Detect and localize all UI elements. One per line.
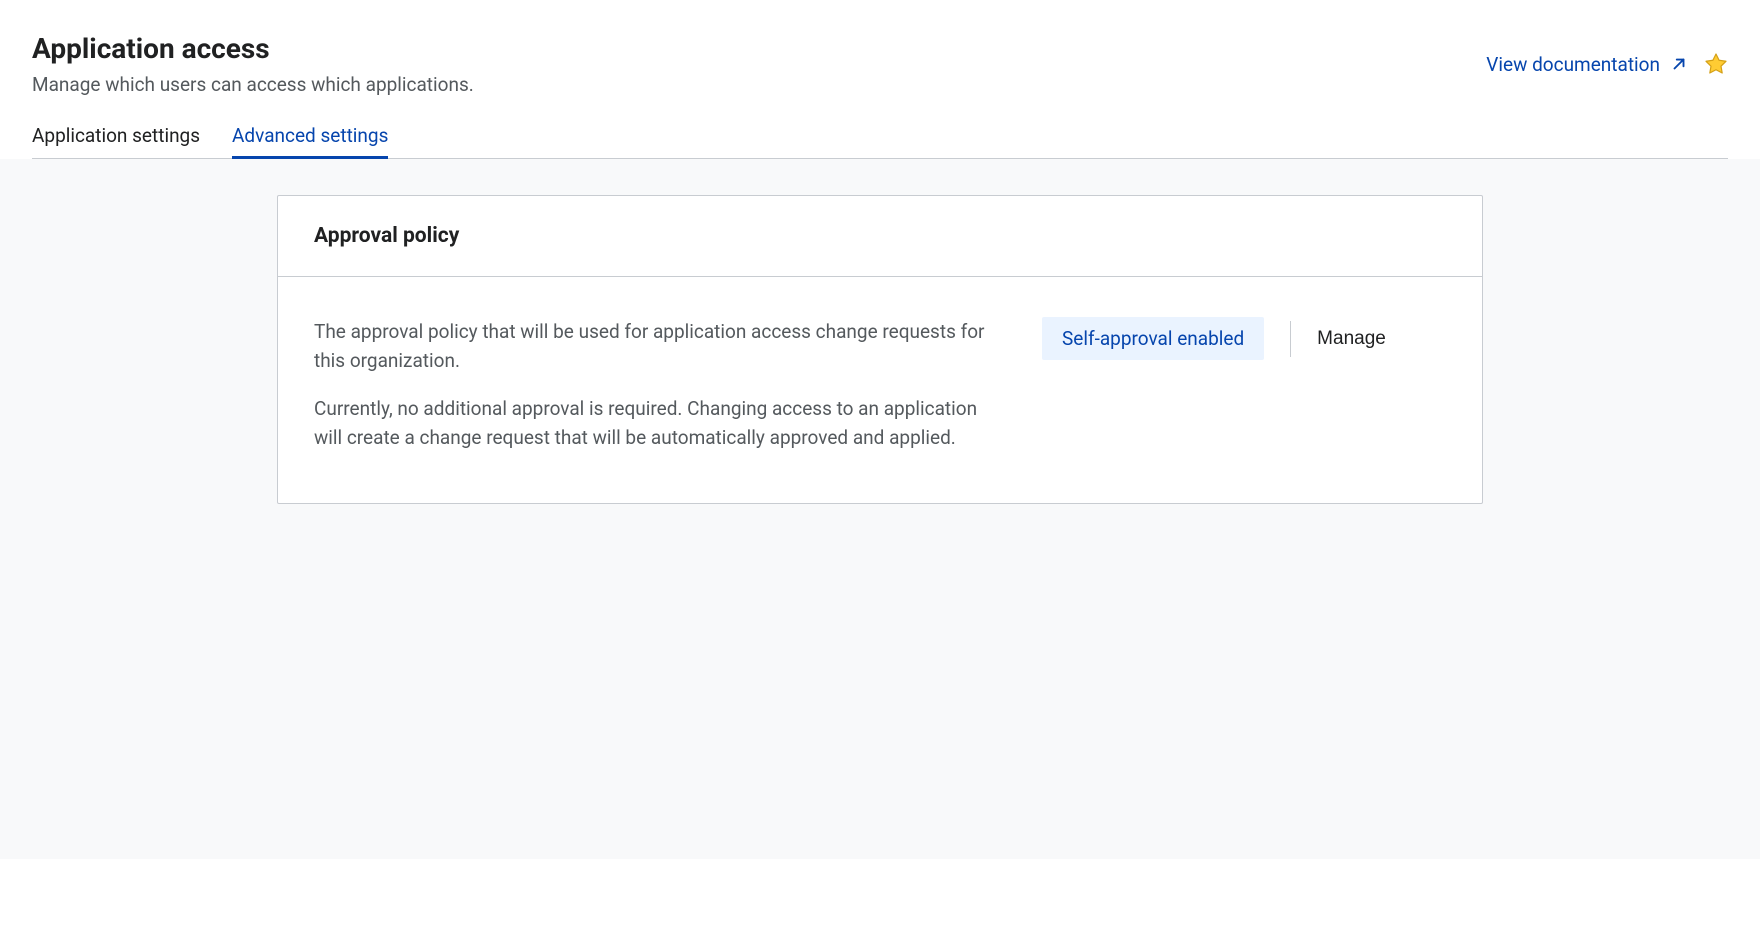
approval-policy-card: Approval policy The approval policy that…: [277, 195, 1483, 504]
page-subtitle: Manage which users can access which appl…: [32, 73, 1486, 96]
header-top-row: Application access Manage which users ca…: [32, 32, 1728, 96]
card-paragraph-2: Currently, no additional approval is req…: [314, 394, 994, 453]
tab-application-settings[interactable]: Application settings: [32, 124, 200, 159]
page-header: Application access Manage which users ca…: [0, 0, 1760, 159]
favorite-star-icon[interactable]: [1704, 52, 1728, 76]
content-area: Approval policy The approval policy that…: [0, 159, 1760, 859]
card-paragraph-1: The approval policy that will be used fo…: [314, 317, 994, 376]
header-title-group: Application access Manage which users ca…: [32, 32, 1486, 96]
doc-link-label: View documentation: [1486, 53, 1660, 76]
card-body: The approval policy that will be used fo…: [278, 277, 1482, 503]
card-header: Approval policy: [278, 196, 1482, 277]
external-link-icon: [1670, 55, 1688, 73]
tab-advanced-settings[interactable]: Advanced settings: [232, 124, 388, 159]
status-badge: Self-approval enabled: [1042, 317, 1264, 360]
header-actions: View documentation: [1486, 52, 1728, 76]
card-controls: Self-approval enabled Manage: [1042, 317, 1390, 360]
card-title: Approval policy: [314, 224, 1446, 248]
page-title: Application access: [32, 32, 1486, 65]
card-description: The approval policy that will be used fo…: [314, 317, 994, 453]
tab-bar: Application settings Advanced settings: [32, 124, 1728, 159]
vertical-divider: [1290, 321, 1291, 357]
manage-button[interactable]: Manage: [1313, 320, 1390, 358]
view-documentation-link[interactable]: View documentation: [1486, 53, 1688, 76]
